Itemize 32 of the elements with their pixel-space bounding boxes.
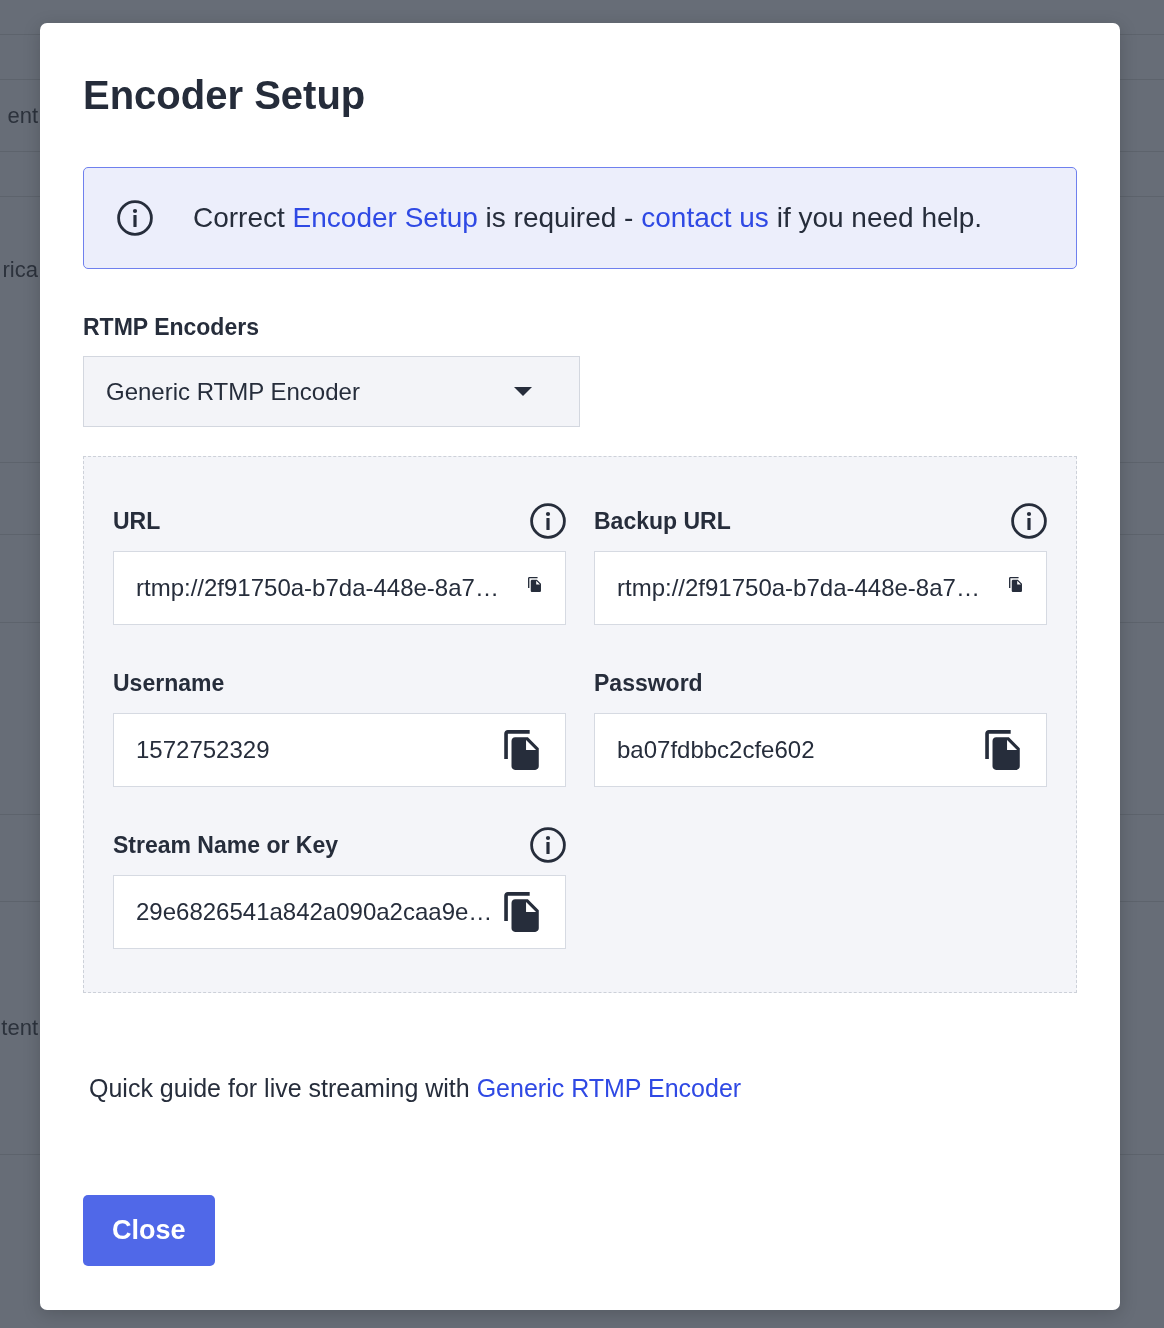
field-label: URL bbox=[113, 507, 161, 535]
copy-icon[interactable] bbox=[528, 576, 541, 592]
text-field[interactable]: 29e6826541a842a090a2caa9e… bbox=[113, 875, 566, 949]
text-field[interactable]: 1572752329 bbox=[113, 713, 566, 787]
text-field[interactable]: rtmp://2f91750a-b7da-448e-8a7… bbox=[113, 551, 566, 625]
link[interactable]: contact us bbox=[641, 202, 769, 233]
copy-icon[interactable] bbox=[504, 730, 539, 770]
close-button[interactable]: Close bbox=[83, 1195, 215, 1266]
info-icon[interactable] bbox=[530, 827, 566, 863]
text-field[interactable]: ba07fdbbc2cfe602 bbox=[594, 713, 1047, 787]
copy-icon[interactable] bbox=[504, 892, 539, 932]
backdrop-text: ent bbox=[7, 101, 38, 130]
backdrop-text: rica bbox=[2, 256, 38, 284]
link[interactable]: Encoder Setup bbox=[292, 202, 478, 233]
info-icon bbox=[117, 200, 153, 236]
link[interactable]: Generic RTMP Encoder bbox=[476, 1074, 742, 1102]
field-label: RTMP Encoders bbox=[83, 313, 259, 341]
field-label: Password bbox=[594, 669, 703, 697]
info-icon[interactable] bbox=[530, 503, 566, 539]
field-label: Username bbox=[113, 669, 225, 697]
field-label: Stream Name or Key bbox=[113, 831, 338, 859]
encoder-dropdown[interactable]: Generic RTMP Encoder bbox=[83, 356, 580, 427]
alert-text: Correct Encoder Setup is required - contact us if you need help. bbox=[193, 201, 983, 235]
text-field[interactable]: rtmp://2f91750a-b7da-448e-8a7… bbox=[594, 551, 1047, 625]
copy-icon[interactable] bbox=[1009, 576, 1022, 592]
field-label: Backup URL bbox=[594, 507, 731, 535]
caret-icon bbox=[514, 387, 532, 396]
info-icon[interactable] bbox=[1011, 503, 1047, 539]
dialog-title: Encoder Setup bbox=[83, 72, 367, 119]
backdrop-text: tent bbox=[1, 1014, 38, 1042]
guide-text: Quick guide for live streaming with Generic RTMP Encoder bbox=[89, 1073, 742, 1103]
copy-icon[interactable] bbox=[985, 730, 1020, 770]
